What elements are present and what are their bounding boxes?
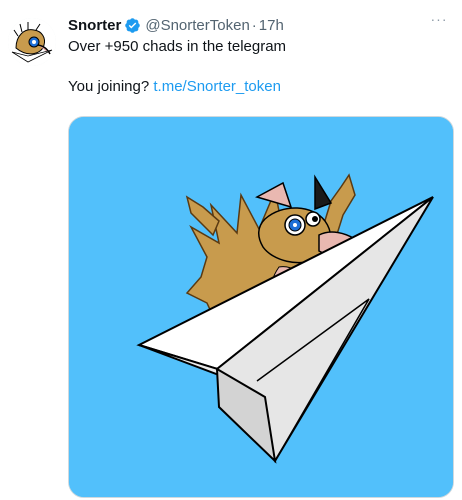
tweet-header: Snorter @SnorterToken · 17h [68, 14, 454, 36]
more-dots-icon[interactable]: ··· [428, 8, 450, 30]
header-separator: · [251, 16, 257, 34]
author-name[interactable]: Snorter [68, 17, 121, 34]
avatar[interactable] [8, 18, 56, 66]
verified-badge-icon [125, 17, 141, 33]
tweet-image[interactable] [68, 116, 454, 498]
tweet-text-line1: Over +950 chads in the telegram [68, 38, 287, 55]
aardvark-mascot-icon [8, 18, 56, 66]
tweet-timestamp[interactable]: 17h [259, 17, 284, 34]
tweet-text-prefix: You joining? [68, 78, 150, 95]
tweet-content: Snorter @SnorterToken · 17h Over +950 ch… [68, 14, 454, 97]
author-handle[interactable]: @SnorterToken [145, 17, 249, 34]
telegram-link[interactable]: t.me/Snorter_token [153, 78, 281, 95]
tweet-container[interactable]: Snorter @SnorterToken · 17h Over +950 ch… [0, 0, 462, 500]
tweet-text-line2: You joining? t.me/Snorter_token [68, 77, 454, 97]
tweet-text: Over +950 chads in the telegram You join… [68, 37, 454, 97]
aardvark-on-paper-plane-icon [69, 117, 453, 497]
